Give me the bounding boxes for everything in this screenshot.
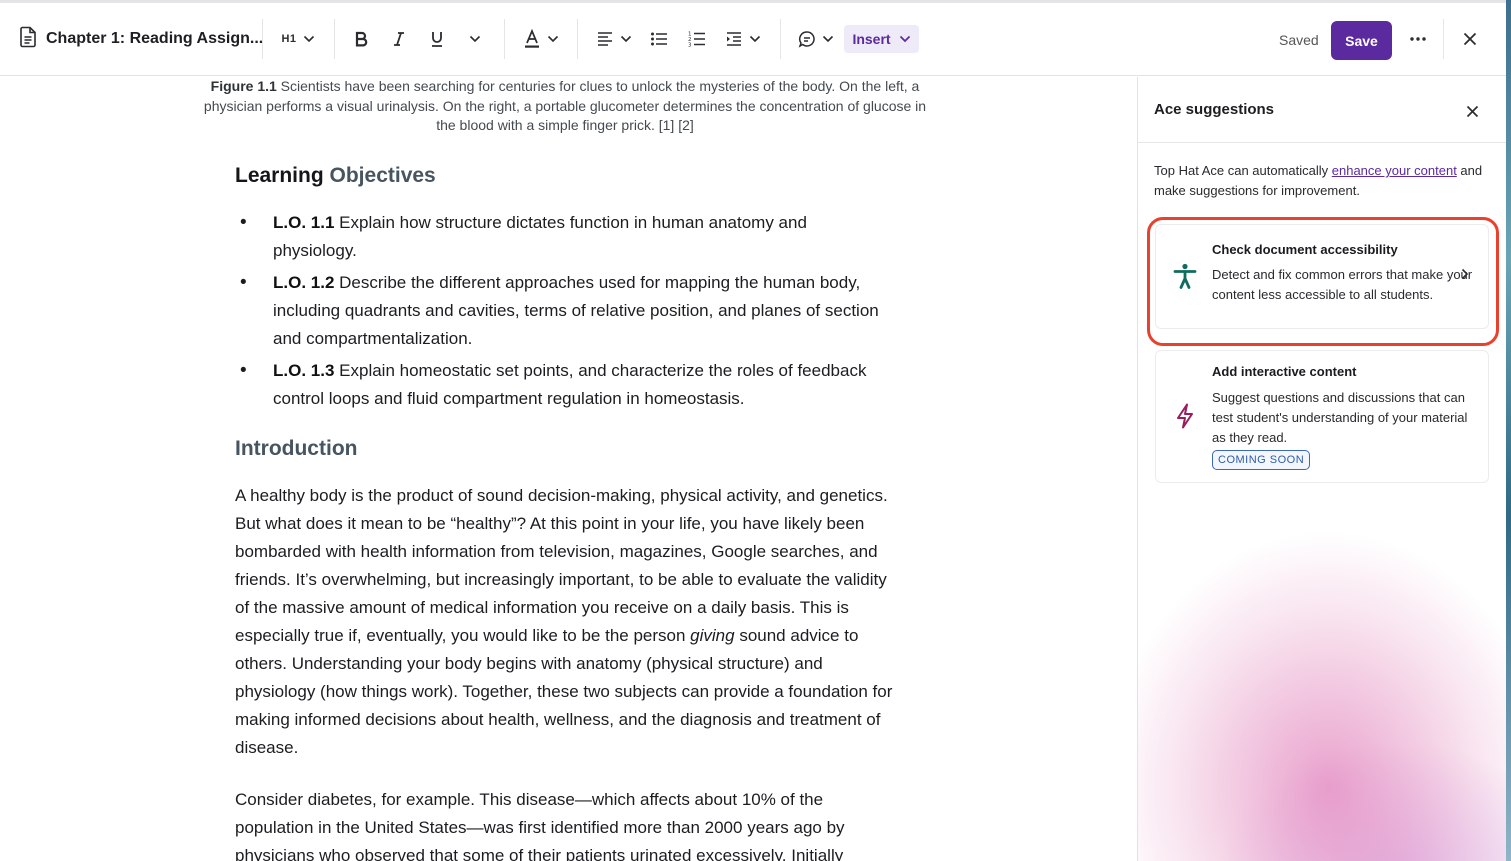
heading-part: Learning [235,164,330,187]
close-icon [1466,105,1478,117]
check-accessibility-card[interactable]: Check document accessibility Detect and … [1155,224,1489,329]
learning-objectives-heading: Learning Objectives [235,164,436,188]
chevron-down-icon [469,35,481,43]
add-interactive-content-card: Add interactive content Suggest question… [1155,350,1489,483]
figure-caption-label: Figure 1.1 [210,78,277,94]
intro-paragraph-2: Consider diabetes, for example. This dis… [235,790,845,861]
heading-level-dropdown[interactable]: H1 [280,25,316,53]
chevron-down-icon [547,35,559,43]
ace-suggestions-panel: Ace suggestions Top Hat Ace can automati… [1137,77,1511,861]
save-button[interactable]: Save [1331,21,1392,60]
indent-icon [727,32,741,46]
chevron-down-icon [303,35,314,43]
desktop-background-edge [1506,0,1511,861]
objective-code: L.O. 1.3 [273,361,335,380]
close-editor-button[interactable] [1459,25,1481,53]
objective-code: L.O. 1.1 [273,213,335,232]
saved-status: Saved [1279,32,1319,48]
document-editor[interactable]: Figure 1.1 Scientists have been searchin… [0,77,1137,861]
bulleted-list-icon [651,32,667,46]
chevron-down-icon [749,35,761,43]
paragraph-text: sound advice to others. Understanding yo… [235,626,893,757]
indent-dropdown[interactable] [724,25,762,53]
align-dropdown[interactable] [595,25,633,53]
card-description: Detect and fix common errors that make y… [1212,267,1473,302]
text-color-dropdown[interactable] [522,25,560,53]
editor-toolbar: Chapter 1: Reading Assign... H1 123 Inse… [0,3,1511,76]
card-title: Add interactive content [1212,364,1357,379]
bold-button[interactable] [350,25,372,53]
align-left-icon [598,32,612,46]
bold-icon [355,31,368,47]
italic-button[interactable] [388,25,410,53]
document-icon [18,26,38,53]
chevron-down-icon [899,35,910,43]
objective-code: L.O. 1.2 [273,273,335,292]
heading-part-accent: Objectives [329,164,436,187]
intro-paragraph-1: A healthy body is the product of sound d… [235,482,895,762]
insert-label: Insert [852,31,891,47]
coming-soon-badge: COMING SOON [1212,450,1311,470]
numbered-list-icon: 123 [688,32,705,49]
panel-title: Ace suggestions [1154,101,1275,118]
svg-text:3: 3 [688,43,692,49]
card-title: Check document accessibility [1212,242,1398,257]
introduction-heading: Introduction [235,437,358,460]
list-item: L.O. 1.3 Explain homeostatic set points,… [235,357,885,413]
lightning-icon [1172,403,1198,429]
panel-header: Ace suggestions [1138,77,1511,143]
panel-gradient-background [1138,457,1511,861]
document-title[interactable]: Chapter 1: Reading Assign... [18,25,263,53]
more-horizontal-icon [1410,37,1426,41]
comment-icon [798,31,815,48]
list-item: L.O. 1.2 Describe the different approach… [235,269,885,353]
toolbar-divider [780,19,781,59]
figure-caption: Figure 1.1 Scientists have been searchin… [200,77,930,136]
list-item: L.O. 1.1 Explain how structure dictates … [235,209,885,265]
paragraph-text: A healthy body is the product of sound d… [235,486,888,645]
toolbar-divider [577,19,578,59]
insert-dropdown[interactable]: Insert [844,25,919,53]
accessibility-icon [1172,263,1198,289]
close-panel-button[interactable] [1461,100,1483,122]
more-options-button[interactable] [1407,25,1429,53]
document-title-label: Chapter 1: Reading Assign... [46,30,264,47]
paragraph-emphasis: giving [690,626,735,645]
intro-text: Top Hat Ace can automatically [1154,163,1332,178]
toolbar-divider [504,19,505,59]
numbered-list-button[interactable]: 123 [686,25,708,53]
chevron-down-icon [822,35,834,43]
chevron-right-icon [1461,267,1469,285]
objective-text: Describe the different approaches used f… [273,273,879,348]
italic-icon [394,32,404,46]
toolbar-divider [262,19,263,59]
heading-level-label: H1 [281,33,297,45]
underline-button[interactable] [426,25,448,53]
toolbar-divider [1443,19,1444,59]
close-icon [1463,32,1477,46]
text-color-icon [525,29,539,48]
toolbar-divider [334,19,335,59]
enhance-content-link[interactable]: enhance your content [1332,163,1457,178]
underline-icon [432,32,442,47]
panel-intro-text: Top Hat Ace can automatically enhance yo… [1154,161,1494,201]
bulleted-list-button[interactable] [648,25,670,53]
comment-dropdown[interactable] [798,25,834,53]
figure-caption-text: Scientists have been searching for centu… [203,78,927,133]
more-formatting-dropdown[interactable] [466,25,484,53]
learning-objectives-list: L.O. 1.1 Explain how structure dictates … [235,209,885,417]
chevron-down-icon [620,35,632,43]
objective-text: Explain how structure dictates function … [273,213,807,260]
objective-text: Explain homeostatic set points, and char… [273,361,867,408]
card-description: Suggest questions and discussions that c… [1212,390,1468,445]
